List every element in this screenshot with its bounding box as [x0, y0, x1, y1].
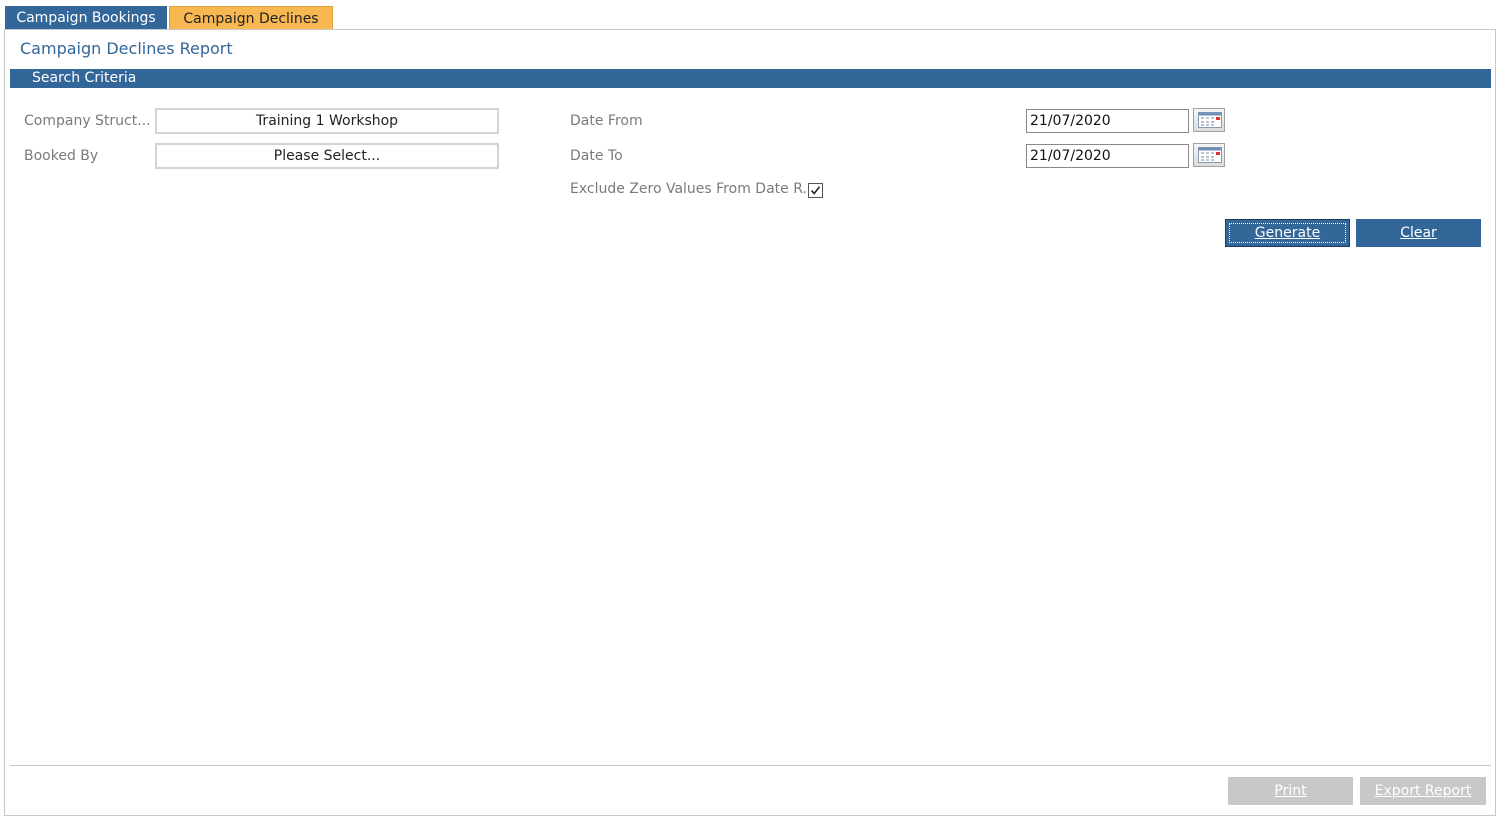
report-panel: Campaign Declines Report Search Criteria… — [4, 29, 1496, 816]
generate-button[interactable]: Generate — [1225, 219, 1350, 247]
tab-campaign-bookings[interactable]: Campaign Bookings — [5, 6, 167, 30]
date-to-input[interactable] — [1026, 144, 1189, 168]
booked-by-select[interactable]: Please Select... — [155, 143, 499, 169]
report-window: Campaign Bookings Campaign Declines Camp… — [0, 0, 1502, 822]
export-report-button[interactable]: Export Report — [1360, 777, 1486, 805]
calendar-icon — [1198, 112, 1222, 128]
date-to-calendar-button[interactable] — [1193, 143, 1225, 167]
tab-campaign-declines[interactable]: Campaign Declines — [169, 6, 333, 30]
date-to-label: Date To — [570, 148, 623, 164]
checkmark-icon — [810, 186, 821, 195]
booked-by-label: Booked By — [24, 148, 99, 164]
footer-divider — [10, 765, 1491, 766]
exclude-zero-label: Exclude Zero Values From Date R... — [570, 181, 816, 197]
exclude-zero-checkbox[interactable] — [808, 183, 823, 198]
page-title: Campaign Declines Report — [20, 39, 233, 58]
date-from-label: Date From — [570, 113, 643, 129]
search-criteria-label: Search Criteria — [32, 70, 137, 86]
date-from-input[interactable] — [1026, 109, 1189, 133]
date-from-calendar-button[interactable] — [1193, 108, 1225, 132]
print-button[interactable]: Print — [1228, 777, 1353, 805]
search-criteria-header: Search Criteria — [10, 69, 1491, 88]
calendar-icon — [1198, 147, 1222, 163]
company-structure-label: Company Struct... — [24, 113, 151, 129]
generate-button-label: Generate — [1254, 225, 1321, 241]
clear-button[interactable]: Clear — [1356, 219, 1481, 247]
company-structure-select[interactable]: Training 1 Workshop — [155, 108, 499, 134]
